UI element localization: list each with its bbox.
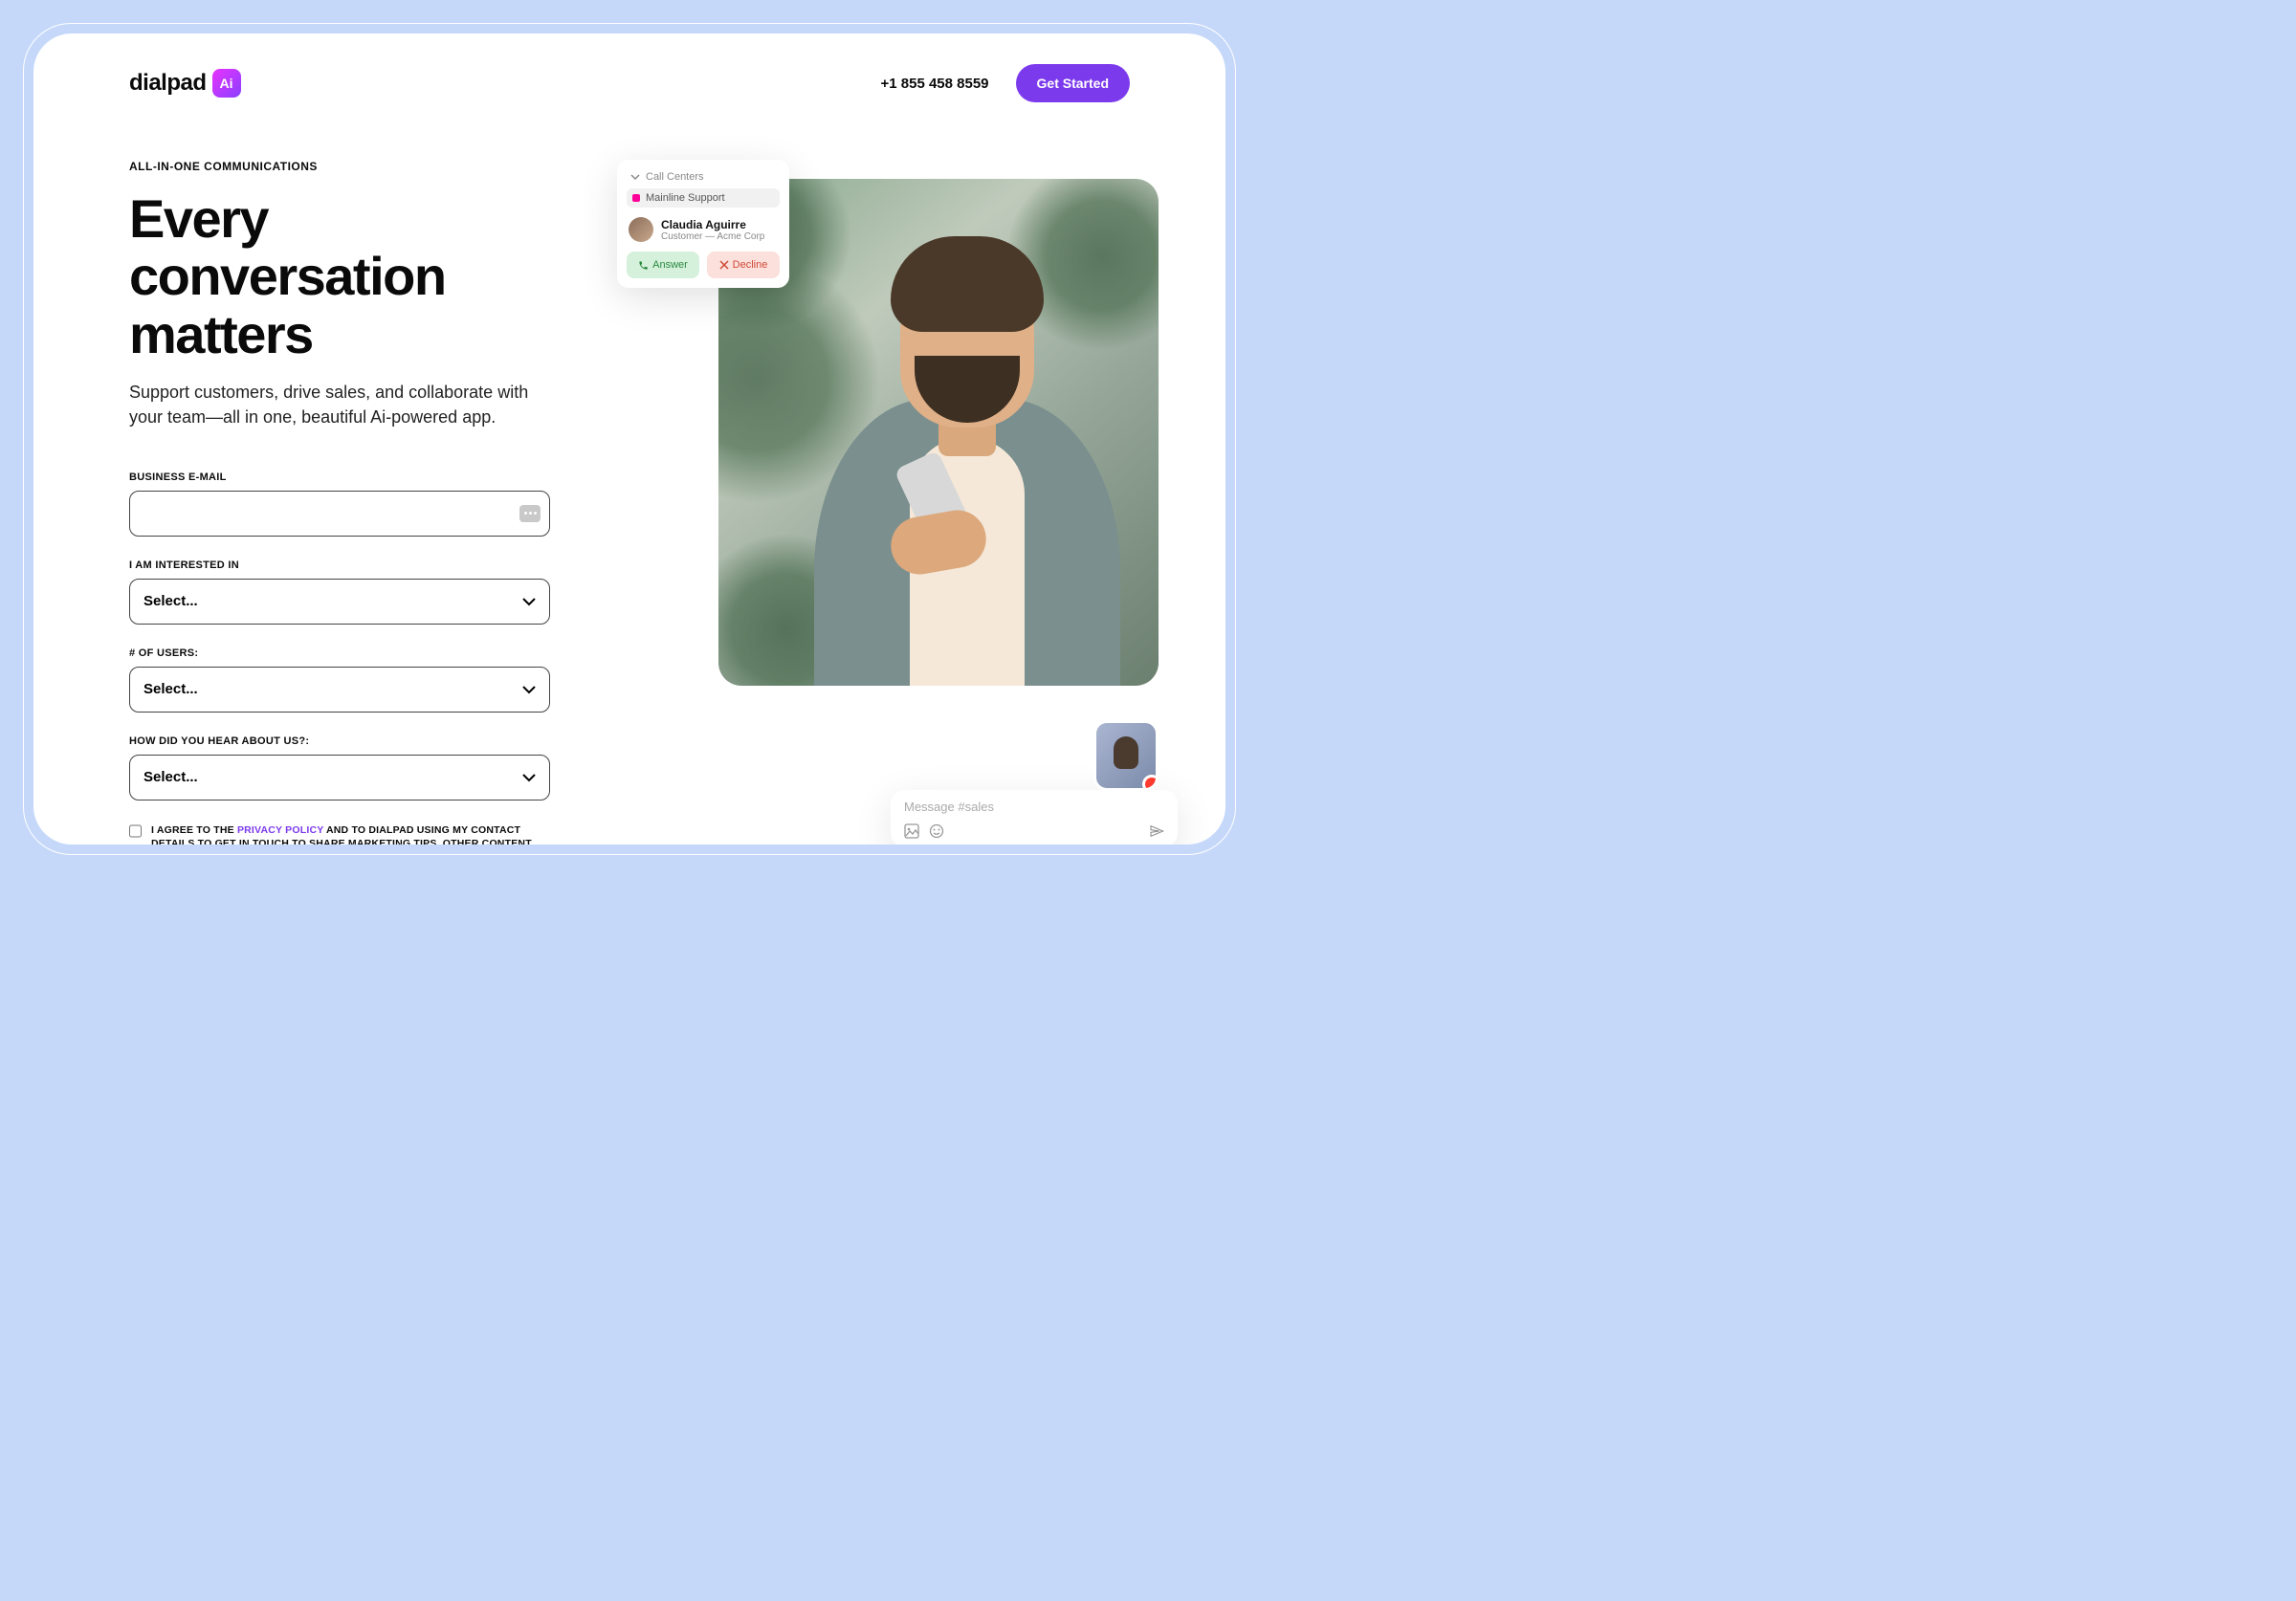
hear-select[interactable]: Select... <box>129 755 550 800</box>
consent-pre: I AGREE TO THE <box>151 824 237 836</box>
queue-name: Mainline Support <box>646 192 725 204</box>
logo-text: dialpad <box>129 70 207 97</box>
answer-button[interactable]: Answer <box>627 252 699 278</box>
interest-select[interactable]: Select... <box>129 579 550 625</box>
logo[interactable]: dialpad Ai <box>129 69 241 98</box>
autofill-icon[interactable] <box>519 505 541 522</box>
queue-status-icon <box>632 194 640 202</box>
interest-label: I AM INTERESTED IN <box>129 559 550 571</box>
users-value: Select... <box>144 681 198 697</box>
message-input[interactable]: Message #sales <box>904 800 1164 814</box>
consent-checkbox[interactable] <box>129 824 142 838</box>
message-composer: Message #sales <box>891 790 1178 844</box>
recording-indicator-icon <box>1142 775 1159 791</box>
hero-headline: Every conversation matters <box>129 190 550 363</box>
caller-subtitle: Customer — Acme Corp <box>661 231 764 242</box>
users-select[interactable]: Select... <box>129 667 550 713</box>
hear-value: Select... <box>144 769 198 785</box>
answer-label: Answer <box>652 259 688 271</box>
hero-subhead: Support customers, drive sales, and coll… <box>129 381 550 428</box>
call-centers-label: Call Centers <box>646 171 704 183</box>
logo-ai-badge-icon: Ai <box>212 69 241 98</box>
users-label: # OF USERS: <box>129 647 550 659</box>
consent-text: I AGREE TO THE PRIVACY POLICY AND TO DIA… <box>151 823 550 844</box>
decline-label: Decline <box>733 259 768 271</box>
hear-label: HOW DID YOU HEAR ABOUT US?: <box>129 735 550 747</box>
emoji-icon[interactable] <box>929 823 944 839</box>
image-attach-icon[interactable] <box>904 823 919 839</box>
privacy-policy-link[interactable]: PRIVACY POLICY <box>237 824 323 836</box>
business-email-input[interactable] <box>129 491 550 537</box>
send-icon[interactable] <box>1149 823 1164 839</box>
interest-value: Select... <box>144 593 198 609</box>
email-label: BUSINESS E-MAIL <box>129 472 550 483</box>
header: dialpad Ai +1 855 458 8559 Get Started <box>129 64 1130 102</box>
hero-eyebrow: ALL-IN-ONE COMMUNICATIONS <box>129 160 550 173</box>
decline-button[interactable]: Decline <box>707 252 780 278</box>
chevron-down-icon <box>630 172 640 182</box>
hero-illustration: Call Centers Mainline Support Claudia Ag… <box>636 160 1130 844</box>
caller-name: Claudia Aguirre <box>661 218 764 231</box>
get-started-button[interactable]: Get Started <box>1016 64 1130 102</box>
caller-avatar <box>629 217 653 242</box>
header-phone[interactable]: +1 855 458 8559 <box>881 76 989 92</box>
incoming-call-popup: Call Centers Mainline Support Claudia Ag… <box>617 160 789 288</box>
close-icon <box>719 260 729 270</box>
video-thumbnail <box>1093 720 1159 791</box>
phone-icon <box>638 260 649 271</box>
